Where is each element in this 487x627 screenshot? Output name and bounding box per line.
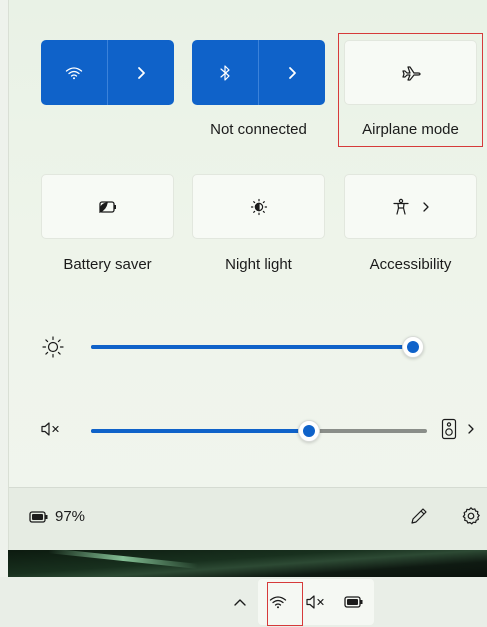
- mute-button[interactable]: [39, 419, 63, 439]
- quick-settings-panel: Not connected Airplane mode Battery save…: [8, 0, 487, 550]
- audio-output-button[interactable]: [441, 418, 475, 440]
- system-tray: [225, 585, 375, 619]
- tray-wifi-button[interactable]: [263, 587, 293, 617]
- night-light-tile[interactable]: [192, 174, 325, 239]
- airplane-icon: [401, 65, 421, 81]
- battery-icon: [29, 510, 49, 523]
- speaker-muted-icon: [39, 419, 63, 439]
- brightness-slider-thumb[interactable]: [402, 336, 424, 358]
- speaker-device-icon: [441, 418, 457, 440]
- pencil-icon: [409, 506, 429, 526]
- settings-button[interactable]: [461, 506, 481, 526]
- chevron-right-icon: [467, 423, 475, 435]
- airplane-mode-label: Airplane mode: [362, 121, 459, 138]
- wifi-tile[interactable]: [41, 40, 174, 105]
- chevron-right-icon: [287, 66, 297, 80]
- battery-saver-tile[interactable]: [41, 174, 174, 239]
- tray-volume-button[interactable]: [301, 587, 331, 617]
- volume-slider-fill: [91, 429, 309, 433]
- volume-slider-thumb[interactable]: [298, 420, 320, 442]
- bluetooth-toggle[interactable]: [192, 40, 258, 105]
- gear-icon: [461, 506, 481, 526]
- wifi-toggle[interactable]: [41, 40, 107, 105]
- bluetooth-tile[interactable]: [192, 40, 325, 105]
- show-hidden-icons-button[interactable]: [225, 587, 255, 617]
- accessibility-icon: [392, 198, 410, 216]
- taskbar: [0, 577, 487, 627]
- volume-row: [9, 416, 487, 446]
- chevron-right-icon: [422, 201, 430, 213]
- edit-quick-settings-button[interactable]: [409, 506, 429, 526]
- battery-saver-label: Battery saver: [63, 256, 152, 273]
- tray-battery-button[interactable]: [339, 587, 369, 617]
- brightness-icon: [41, 335, 65, 359]
- accessibility-label: Accessibility: [369, 256, 452, 273]
- bluetooth-icon: [219, 64, 231, 82]
- desktop-wallpaper: [8, 550, 487, 577]
- wifi-expand-button[interactable]: [107, 40, 174, 105]
- chevron-up-icon: [233, 597, 247, 607]
- chevron-right-icon: [136, 66, 146, 80]
- brightness-slider-fill: [91, 345, 413, 349]
- speaker-muted-icon: [305, 593, 327, 611]
- bluetooth-label: Not connected: [210, 121, 307, 138]
- battery-status[interactable]: 97%: [29, 508, 85, 525]
- battery-icon: [344, 596, 364, 608]
- accessibility-tile[interactable]: [344, 174, 477, 239]
- quick-settings-footer: 97%: [9, 487, 487, 550]
- brightness-row: [9, 332, 487, 362]
- wifi-icon: [269, 595, 287, 609]
- battery-saver-icon: [97, 200, 119, 214]
- bluetooth-expand-button[interactable]: [258, 40, 325, 105]
- airplane-mode-tile[interactable]: [344, 40, 477, 105]
- night-light-label: Night light: [225, 256, 292, 273]
- wifi-icon: [65, 66, 83, 80]
- battery-percentage: 97%: [55, 508, 86, 525]
- night-light-icon: [250, 198, 268, 216]
- wallpaper-light-streak: [48, 550, 198, 569]
